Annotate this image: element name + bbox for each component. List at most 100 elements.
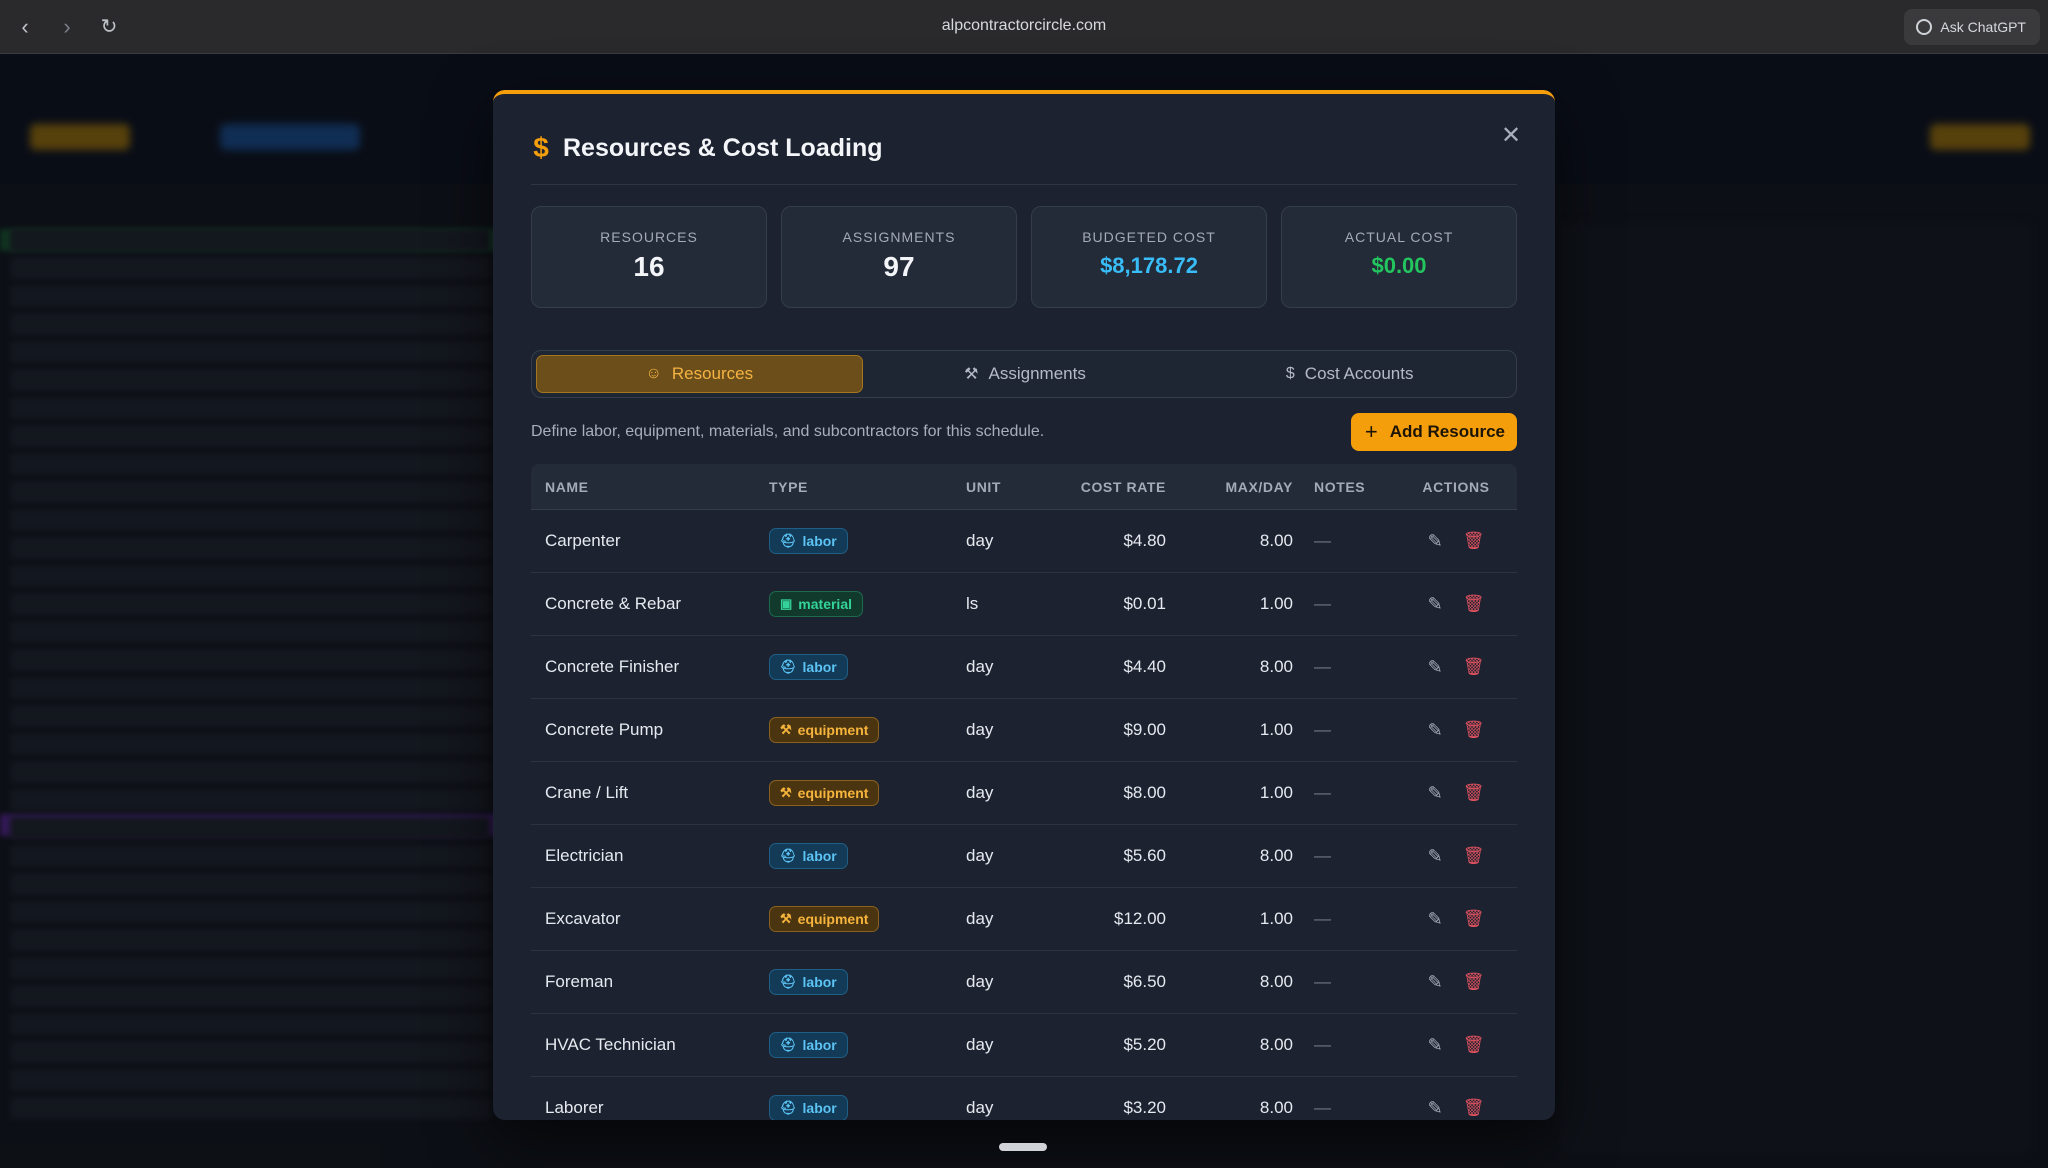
table-row[interactable]: Excavator ⚒ equipment day $12.00 1.00 — ✎ 🗑︎ — [531, 888, 1517, 951]
trash-icon[interactable]: 🗑︎ — [1463, 594, 1485, 614]
stat-card-resources: RESOURCES 16 — [531, 206, 767, 308]
edit-icon[interactable]: ✎ — [1428, 972, 1443, 993]
resource-max-day: 8.00 — [1259, 1035, 1293, 1054]
resource-cost-rate: $8.00 — [1123, 783, 1166, 802]
resource-notes: — — [1314, 972, 1331, 991]
add-resource-label: Add Resource — [1389, 422, 1505, 441]
resource-cost-rate: $4.80 — [1123, 531, 1166, 550]
resource-unit: day — [966, 846, 994, 865]
table-row[interactable]: Crane / Lift ⚒ equipment day $8.00 1.00 — ✎ 🗑︎ — [531, 762, 1517, 825]
edit-icon[interactable]: ✎ — [1428, 531, 1443, 552]
wrench-icon: ⚒ — [780, 911, 792, 926]
trash-icon[interactable]: 🗑︎ — [1463, 909, 1485, 929]
hard-hat-icon: ⛑ — [780, 974, 797, 989]
column-header-name[interactable]: NAME — [531, 479, 769, 495]
trash-icon[interactable]: 🗑︎ — [1463, 657, 1485, 677]
table-row[interactable]: Carpenter ⛑ labor day $4.80 8.00 — ✎ 🗑︎ — [531, 510, 1517, 573]
resource-notes: — — [1314, 1098, 1331, 1117]
table-row[interactable]: Electrician ⛑ labor day $5.60 8.00 — ✎ 🗑︎ — [531, 825, 1517, 888]
type-badge: ⛑ labor — [769, 1095, 848, 1120]
stat-label: BUDGETED COST — [1082, 229, 1216, 245]
tab-assignments[interactable]: ⚒ Assignments — [863, 355, 1188, 393]
trash-icon[interactable]: 🗑︎ — [1463, 1098, 1485, 1118]
hard-hat-icon: ⛑ — [780, 1100, 797, 1115]
edit-icon[interactable]: ✎ — [1428, 594, 1443, 615]
resource-unit: day — [966, 531, 994, 550]
type-badge: ⛑ labor — [769, 843, 848, 869]
edit-icon[interactable]: ✎ — [1428, 1098, 1443, 1119]
table-row[interactable]: Laborer ⛑ labor day $3.20 8.00 — ✎ 🗑︎ — [531, 1077, 1517, 1120]
resource-max-day: 8.00 — [1259, 531, 1293, 550]
resources-toolbar: Define labor, equipment, materials, and … — [531, 412, 1517, 452]
resource-cost-rate: $6.50 — [1123, 972, 1166, 991]
resource-max-day: 8.00 — [1259, 657, 1293, 676]
resource-max-day: 8.00 — [1259, 846, 1293, 865]
ask-chatgpt-button[interactable]: Ask ChatGPT — [1904, 9, 2040, 45]
wrench-icon: ⚒ — [780, 722, 792, 737]
resource-name: HVAC Technician — [545, 1035, 676, 1054]
table-row[interactable]: Concrete Finisher ⛑ labor day $4.40 8.00 — ✎ 🗑︎ — [531, 636, 1517, 699]
modal-title: Resources & Cost Loading — [563, 133, 883, 162]
users-icon: ☺ — [645, 365, 662, 382]
column-header-max-day[interactable]: MAX/DAY — [1166, 479, 1293, 495]
stat-value: 16 — [633, 251, 665, 282]
scroll-handle[interactable] — [999, 1143, 1047, 1151]
resource-name: Laborer — [545, 1098, 604, 1117]
resource-unit: day — [966, 783, 994, 802]
address-bar[interactable]: alpcontractorcircle.com — [0, 17, 2048, 35]
type-badge-label: equipment — [797, 785, 869, 801]
resources-modal: $ Resources & Cost Loading ✕ RESOURCES 1… — [493, 90, 1555, 1120]
column-header-cost-rate[interactable]: COST RATE — [1056, 479, 1166, 495]
resource-notes: — — [1314, 531, 1331, 550]
row-actions: ✎ 🗑︎ — [1395, 720, 1517, 741]
resources-description: Define labor, equipment, materials, and … — [531, 423, 1045, 440]
type-badge-label: material — [798, 596, 852, 612]
type-badge: ⛑ labor — [769, 969, 848, 995]
edit-icon[interactable]: ✎ — [1428, 1035, 1443, 1056]
column-header-type[interactable]: TYPE — [769, 479, 966, 495]
trash-icon[interactable]: 🗑︎ — [1463, 783, 1485, 803]
edit-icon[interactable]: ✎ — [1428, 657, 1443, 678]
resource-type-cell: ⚒ equipment — [769, 906, 966, 932]
resource-notes: — — [1314, 909, 1331, 928]
edit-icon[interactable]: ✎ — [1428, 846, 1443, 867]
edit-icon[interactable]: ✎ — [1428, 783, 1443, 804]
column-header-notes[interactable]: NOTES — [1293, 479, 1395, 495]
edit-icon[interactable]: ✎ — [1428, 720, 1443, 741]
table-row[interactable]: HVAC Technician ⛑ labor day $5.20 8.00 — ✎ 🗑︎ — [531, 1014, 1517, 1077]
edit-icon[interactable]: ✎ — [1428, 909, 1443, 930]
close-icon[interactable]: ✕ — [1497, 122, 1525, 150]
resource-max-day: 1.00 — [1259, 720, 1293, 739]
resource-cost-rate: $9.00 — [1123, 720, 1166, 739]
table-row[interactable]: Concrete & Rebar ▣ material ls $0.01 1.00 — ✎ 🗑︎ — [531, 573, 1517, 636]
modal-header: $ Resources & Cost Loading — [531, 132, 883, 164]
tab-resources[interactable]: ☺ Resources — [536, 355, 863, 393]
resource-notes: — — [1314, 657, 1331, 676]
table-row[interactable]: Foreman ⛑ labor day $6.50 8.00 — ✎ 🗑︎ — [531, 951, 1517, 1014]
column-header-unit[interactable]: UNIT — [966, 479, 1056, 495]
resource-cost-rate: $12.00 — [1114, 909, 1166, 928]
type-badge-label: equipment — [797, 722, 869, 738]
trash-icon[interactable]: 🗑︎ — [1463, 531, 1485, 551]
type-badge-label: labor — [802, 659, 837, 675]
column-header-actions: ACTIONS — [1422, 478, 1490, 495]
table-row[interactable]: Concrete Pump ⚒ equipment day $9.00 1.00 — ✎ 🗑︎ — [531, 699, 1517, 762]
resource-unit: day — [966, 1098, 994, 1117]
row-actions: ✎ 🗑︎ — [1395, 783, 1517, 804]
resource-name: Carpenter — [545, 531, 621, 550]
row-actions: ✎ 🗑︎ — [1395, 1035, 1517, 1056]
type-badge: ⚒ equipment — [769, 717, 880, 743]
hard-hat-icon: ⛑ — [780, 848, 797, 863]
hard-hat-icon: ⛑ — [780, 659, 797, 674]
type-badge-label: labor — [802, 848, 837, 864]
add-resource-button[interactable]: + Add Resource — [1350, 413, 1517, 451]
trash-icon[interactable]: 🗑︎ — [1463, 1035, 1485, 1055]
trash-icon[interactable]: 🗑︎ — [1463, 846, 1485, 866]
wrench-icon: ⚒ — [964, 366, 979, 383]
trash-icon[interactable]: 🗑︎ — [1463, 972, 1485, 992]
tab-cost-accounts[interactable]: $ Cost Accounts — [1187, 355, 1512, 393]
type-badge-label: labor — [802, 533, 837, 549]
tab-label: Cost Accounts — [1304, 364, 1414, 383]
trash-icon[interactable]: 🗑︎ — [1463, 720, 1485, 740]
resource-name: Electrician — [545, 846, 624, 865]
